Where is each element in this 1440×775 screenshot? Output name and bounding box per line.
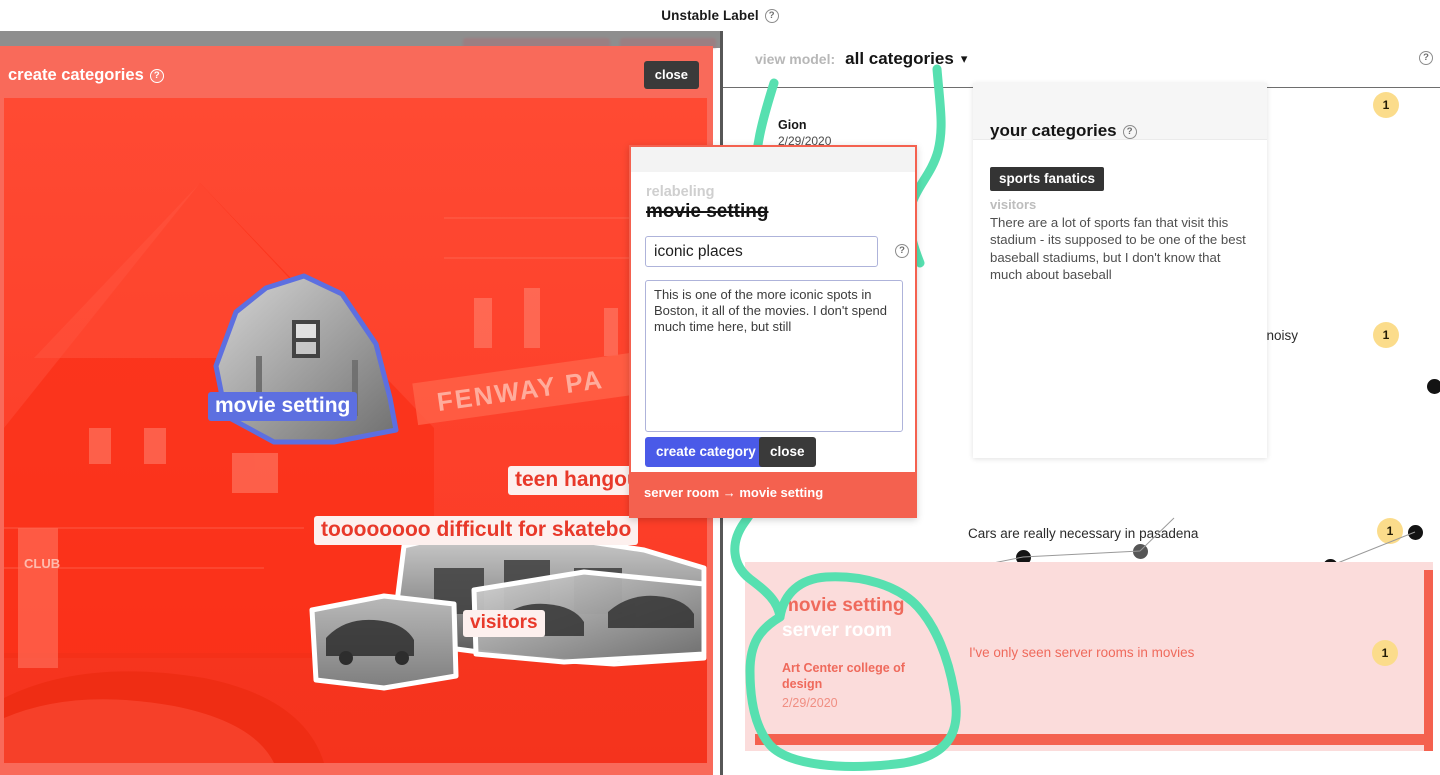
page-title-text: Unstable Label: [661, 7, 759, 23]
create-category-button[interactable]: create category: [645, 437, 767, 467]
top-bar: Unstable Label?: [0, 0, 1440, 31]
modal-close-button[interactable]: close: [759, 437, 816, 467]
card-source: Art Center college of design: [782, 661, 905, 691]
annotation-tag-skateboarding[interactable]: toooooooo difficult for skatebo: [314, 516, 639, 545]
category-subtitle: visitors: [990, 197, 1037, 212]
card-right-edge: [1424, 570, 1433, 751]
create-categories-help-icon[interactable]: ?: [149, 68, 164, 83]
page-title: Unstable Label?: [661, 7, 779, 24]
row-badge: 1: [1373, 92, 1399, 118]
category-name-input[interactable]: [645, 236, 878, 267]
annotated-photo: FENWAY PA CLUB: [4, 98, 707, 763]
create-categories-panel: create categories? close FENWAY PA CLUB …: [0, 46, 713, 775]
card-badge: 1: [1372, 640, 1398, 666]
relabel-old-label: movie setting: [646, 201, 769, 222]
your-categories-title-text: your categories: [990, 121, 1117, 140]
workspace-help-icon[interactable]: ?: [1419, 51, 1433, 65]
app-root: Unstable Label? view model: all categori…: [0, 0, 1440, 775]
category-name-help-icon[interactable]: ?: [895, 244, 909, 258]
chevron-down-icon[interactable]: ▾: [961, 51, 968, 67]
your-categories-title: your categories?: [990, 121, 1137, 141]
annotation-tag-visitors[interactable]: visitors: [463, 610, 545, 637]
create-categories-title-text: create categories: [8, 66, 144, 84]
relabel-modal: relabeling movie setting ? create catego…: [629, 145, 917, 518]
category-description: There are a lot of sports fan that visit…: [990, 215, 1246, 282]
category-description-textarea[interactable]: [645, 280, 903, 432]
category-chip-sports-fanatics[interactable]: sports fanatics: [990, 167, 1105, 191]
annotation-canvas[interactable]: FENWAY PA CLUB movie setting teen hangou…: [4, 98, 707, 763]
row-title: Gion: [778, 118, 807, 132]
relabel-footer-text: server room → movie setting: [644, 485, 824, 500]
movie-setting-card[interactable]: movie setting server room Art Center col…: [745, 562, 1433, 751]
your-categories-panel: your categories? sports fanatics visitor…: [973, 83, 1267, 458]
view-model-value[interactable]: all categories: [845, 49, 954, 69]
close-button[interactable]: close: [643, 61, 699, 89]
card-note: I've only seen server rooms in movies: [969, 645, 1195, 660]
relabel-kicker: relabeling: [646, 184, 715, 200]
annotation-tag-movie-setting[interactable]: movie setting: [208, 392, 358, 421]
your-categories-help-icon[interactable]: ?: [1122, 124, 1137, 139]
create-categories-title: create categories?: [8, 66, 164, 85]
card-category: movie setting: [782, 595, 905, 616]
annotation-tag-teen-hangout[interactable]: teen hangou: [508, 466, 647, 495]
svg-text:CLUB: CLUB: [24, 556, 60, 571]
graph-node[interactable]: [1427, 379, 1440, 394]
card-date: 2/29/2020: [782, 696, 838, 710]
relabel-modal-header: [631, 147, 915, 172]
view-model-label: view model:: [755, 51, 836, 67]
card-bottom-bar: [755, 734, 1433, 745]
card-old-category: server room: [782, 620, 892, 641]
title-help-icon[interactable]: ?: [764, 9, 779, 24]
workspace-toolbar: view model: all categories ▾ ?: [722, 31, 1440, 88]
relabel-footer: server room → movie setting: [631, 472, 915, 516]
row-badge: 1: [1373, 322, 1399, 348]
